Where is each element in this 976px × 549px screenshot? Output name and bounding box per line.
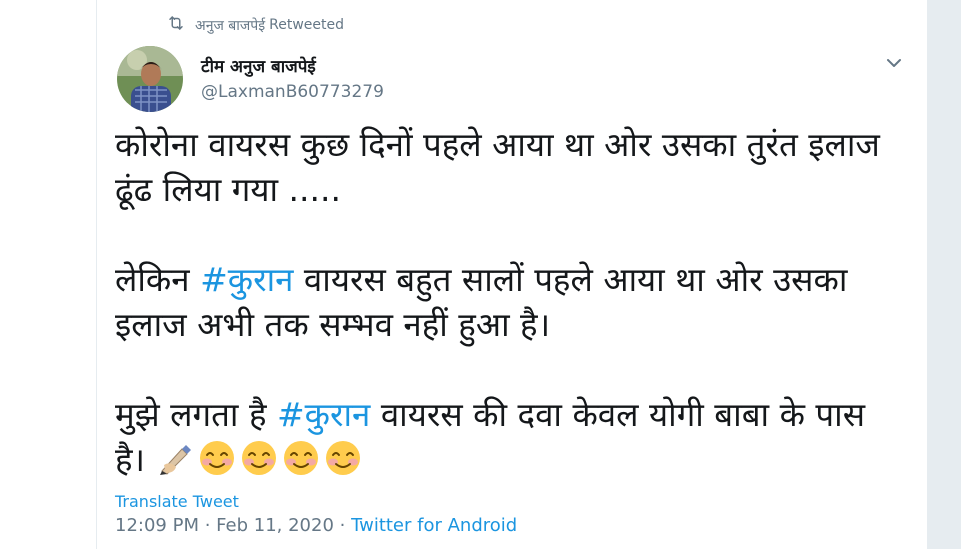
tweet-text-segment: है। bbox=[115, 440, 156, 479]
tweet-text-segment: वायरस की दवा केवल योगी बाबा के पास bbox=[370, 395, 866, 434]
tweet-line: लेकिन #कुरान वायरस बहुत सालों पहले आया थ… bbox=[115, 257, 915, 302]
left-gutter bbox=[0, 0, 96, 549]
tweet-text-segment: मुझे लगता है bbox=[115, 395, 277, 434]
tweet-text-segment: वायरस बहुत सालों पहले आया था ओर उसका bbox=[293, 260, 848, 299]
meta-separator: · bbox=[333, 515, 352, 536]
hashtag-link[interactable]: #कुरान bbox=[200, 260, 293, 299]
smiling-face-icon bbox=[282, 439, 320, 477]
avatar[interactable] bbox=[117, 46, 183, 112]
tweet-time[interactable]: 12:09 PM bbox=[115, 515, 199, 536]
retweet-icon bbox=[167, 14, 195, 36]
translate-tweet-link[interactable]: Translate Tweet bbox=[115, 492, 239, 511]
retweet-context: अनुज बाजपेई Retweeted bbox=[167, 14, 344, 36]
tweet-text: कोरोना वायरस कुछ दिनों पहले आया था ओर उस… bbox=[115, 122, 915, 482]
author-display-name[interactable]: टीम अनुज बाजपेई bbox=[201, 54, 316, 77]
smiling-face-icon bbox=[198, 439, 236, 477]
tweet-card[interactable]: अनुज बाजपेई Retweeted टीम अनुज बाजपेई @L… bbox=[96, 0, 928, 549]
meta-separator: · bbox=[198, 515, 217, 536]
tweet-line: मुझे लगता है #कुरान वायरस की दवा केवल यो… bbox=[115, 392, 915, 437]
smiling-face-icon bbox=[324, 439, 362, 477]
tweet-line: कोरोना वायरस कुछ दिनों पहले आया था ओर उस… bbox=[115, 125, 880, 164]
tweet-line: इलाज अभी तक सम्भव नहीं हुआ है। bbox=[115, 305, 551, 344]
tweet-source-link[interactable]: Twitter for Android bbox=[351, 515, 517, 536]
tweet-text-segment: लेकिन bbox=[115, 260, 201, 299]
author-handle[interactable]: @LaxmanB60773279 bbox=[201, 82, 384, 102]
tweet-line: ढूंढ लिया गया ..... bbox=[115, 170, 341, 209]
right-panel-edge bbox=[960, 0, 976, 549]
hashtag-link[interactable]: #कुरान bbox=[277, 395, 370, 434]
tweet-metadata: 12:09 PM · Feb 11, 2020 · Twitter for An… bbox=[115, 515, 517, 536]
chevron-down-icon[interactable] bbox=[883, 52, 905, 74]
retweeter-name[interactable]: अनुज बाजपेई bbox=[195, 16, 265, 35]
retweet-label: Retweeted bbox=[269, 17, 345, 33]
writing-hand-icon bbox=[156, 439, 194, 477]
tweet-line: है। bbox=[115, 437, 915, 482]
tweet-date[interactable]: Feb 11, 2020 bbox=[216, 515, 334, 536]
smiling-face-icon bbox=[240, 439, 278, 477]
